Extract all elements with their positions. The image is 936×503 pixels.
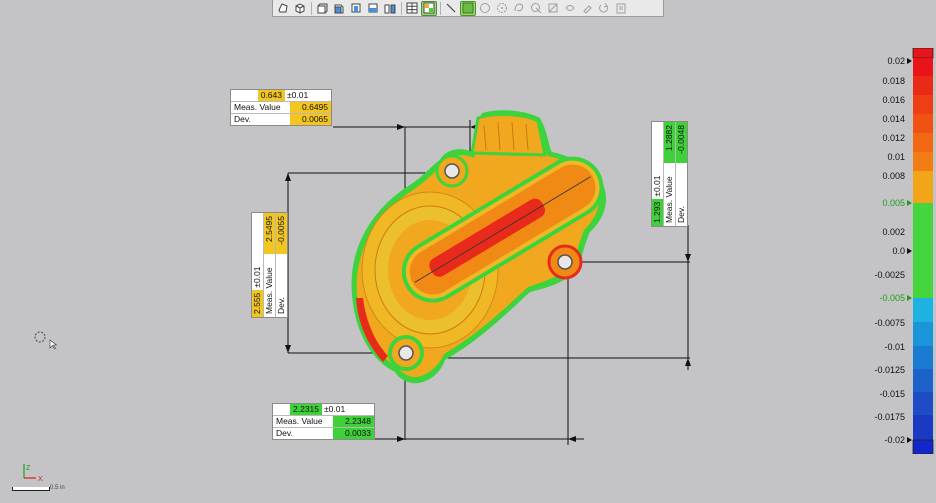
x-axis-label: X <box>38 476 43 483</box>
dev-value: 0.0033 <box>333 428 374 439</box>
scale-max-marker-icon[interactable] <box>907 58 912 64</box>
rotate-cursor-icon <box>34 331 58 350</box>
scale-label: -0.0025 <box>874 270 905 280</box>
dev-label: Dev. <box>276 428 293 438</box>
scale-label-lower-tolerance: -0.005 <box>879 293 905 303</box>
z-axis-label: Z <box>26 465 31 472</box>
deviation-model[interactable] <box>0 0 936 503</box>
scale-label: 0.016 <box>882 95 905 105</box>
scale-label: 0.018 <box>882 76 905 86</box>
zero-marker-icon[interactable] <box>907 248 912 254</box>
scale-label-upper-tolerance: 0.005 <box>882 198 905 208</box>
scale-label: -0.0125 <box>874 365 905 375</box>
dimension-annotation-right[interactable]: 1.293 ±0.01 Meas. Value 1.2882 Dev. -0.004… <box>651 121 688 227</box>
dimension-annotation-left[interactable]: 2.555 ±0.01 Meas. Value 2.5495 Dev. -0.005… <box>251 212 288 318</box>
scale-min-marker-icon[interactable] <box>907 437 912 443</box>
nominal-value: 2.555 <box>252 289 263 317</box>
meas-value: 2.2348 <box>333 416 374 427</box>
meas-value: 0.6495 <box>290 102 331 113</box>
scale-label: 0.012 <box>882 133 905 143</box>
scale-label: 0.014 <box>882 114 905 124</box>
meas-label: Meas. Value <box>234 102 281 112</box>
nominal-value: 1.293 <box>652 198 663 226</box>
deviation-color-scale <box>912 48 934 454</box>
3d-viewport[interactable]: 0.643 ±0.01 Meas. Value 0.6495 Dev. 0.0065… <box>0 0 936 503</box>
scale-label: 0.002 <box>882 227 905 237</box>
nominal-value: 2.2315 <box>290 404 322 415</box>
tolerance-value: ±0.01 <box>324 404 346 414</box>
dev-label: Dev. <box>676 206 686 223</box>
dev-value: -0.0055 <box>276 213 287 254</box>
scale-label: 0.01 <box>887 152 905 162</box>
meas-label: Meas. Value <box>264 267 274 314</box>
scale-label: -0.0075 <box>874 318 905 328</box>
meas-value: 2.5495 <box>264 213 275 254</box>
scale-bar <box>12 487 50 491</box>
scale-label: -0.02 <box>884 435 905 445</box>
scale-label: 0.008 <box>882 171 905 181</box>
dimension-annotation-bottom[interactable]: 2.2315 ±0.01 Meas. Value 2.2348 Dev. 0.003… <box>272 403 375 440</box>
scale-label: -0.015 <box>879 389 905 399</box>
tolerance-value: ±0.01 <box>252 266 262 288</box>
tolerance-value: ±0.01 <box>652 175 662 197</box>
dev-label: Dev. <box>234 114 251 124</box>
meas-label: Meas. Value <box>664 176 674 223</box>
scale-label: -0.01 <box>884 342 905 352</box>
meas-label: Meas. Value <box>276 416 323 426</box>
scale-label: 0.02 <box>887 56 905 66</box>
part-body <box>351 110 606 384</box>
dev-label: Dev. <box>276 297 286 314</box>
scale-bar-label: 0.5 in <box>50 485 65 491</box>
scale-label: 0.0 <box>892 246 905 256</box>
scale-label: -0.0175 <box>874 412 905 422</box>
meas-value: 1.2882 <box>664 122 675 163</box>
lower-tolerance-marker-icon[interactable] <box>907 295 912 301</box>
dimension-annotation-top[interactable]: 0.643 ±0.01 Meas. Value 0.6495 Dev. 0.0065 <box>230 89 332 126</box>
tolerance-value: ±0.01 <box>287 90 309 100</box>
dev-value: -0.0048 <box>676 122 687 163</box>
nominal-value: 0.643 <box>257 90 285 101</box>
upper-tolerance-marker-icon[interactable] <box>907 200 912 206</box>
dev-value: 0.0065 <box>290 114 331 125</box>
